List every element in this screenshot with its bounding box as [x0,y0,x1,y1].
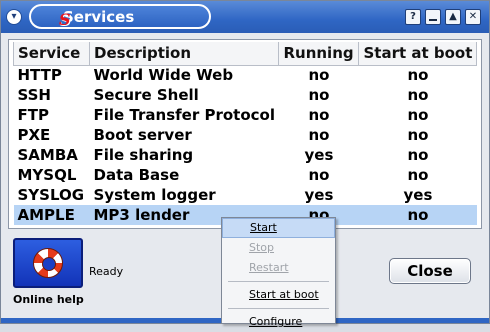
window-menu-button[interactable]: ▾ [6,9,22,25]
lifebuoy-icon [33,248,63,278]
running-cell: yes [304,186,334,204]
table-row[interactable]: SSH Secure Shell no no [14,85,477,105]
table-row[interactable]: PXE Boot server no no [14,125,477,145]
window-controls: ? ▲ ✕ [405,9,481,25]
description-cell: File sharing [93,146,194,164]
table-row[interactable]: FTP File Transfer Protocol no no [14,105,477,125]
status-text: Ready [89,265,124,278]
boot-cell: no [407,106,429,124]
description-cell: System logger [93,186,216,204]
header-start-at-boot[interactable]: Start at boot [358,42,478,66]
menu-item-stop[interactable]: Stop [222,238,335,258]
header-description[interactable]: Description [88,42,280,66]
running-cell: no [308,86,330,104]
service-cell: MYSQL [17,166,77,184]
service-cell: SYSLOG [17,186,85,204]
service-cell: HTTP [17,66,62,85]
online-help-label: Online help [13,293,84,306]
help-window-button[interactable]: ? [405,9,421,25]
close-button[interactable]: Close [389,258,471,284]
running-cell: yes [304,146,334,164]
table-row[interactable]: SAMBA File sharing yes no [14,145,477,165]
description-cell: Secure Shell [93,86,199,104]
close-window-button[interactable]: ✕ [465,9,481,25]
table-row[interactable]: HTTP World Wide Web no no [14,65,477,85]
description-cell: Boot server [93,126,192,144]
table-row[interactable]: MYSQL Data Base no no [14,165,477,185]
title-bar[interactable]: ▾ S Services ? ▲ ✕ [1,1,489,33]
description-cell: World Wide Web [93,66,234,85]
boot-cell: no [407,66,429,85]
boot-cell: no [407,86,429,104]
menu-item-start[interactable]: Start [222,218,335,238]
service-cell: SSH [17,86,52,104]
running-cell: no [308,166,330,184]
boot-cell: no [407,146,429,164]
online-help-button[interactable] [13,238,83,288]
table-row[interactable]: SYSLOG System logger yes yes [14,185,477,205]
boot-cell: no [407,166,429,184]
menu-separator [228,281,329,282]
service-cell: AMPLE [13,205,90,225]
boot-cell: no [358,205,477,225]
description-cell: Data Base [93,166,180,184]
menu-item-start-at-boot[interactable]: Start at boot [222,285,335,305]
services-table-frame: Service Description Running Start at boo… [8,39,482,229]
table-header-row: Service Description Running Start at boo… [13,42,478,66]
service-cell: PXE [17,126,51,144]
title-pill: S Services [29,4,211,29]
running-cell: no [308,126,330,144]
context-menu: Start Stop Restart Start at boot Configu… [221,217,336,328]
minimize-button[interactable] [425,9,441,25]
header-running[interactable]: Running [278,42,360,66]
menu-item-configure[interactable]: Configure [222,312,335,332]
menu-item-restart[interactable]: Restart [222,258,335,278]
app-logo-icon: S [59,10,71,29]
header-service[interactable]: Service [13,42,90,66]
description-cell: File Transfer Protocol [93,106,275,124]
running-cell: no [308,106,330,124]
service-cell: FTP [17,106,49,124]
boot-cell: yes [403,186,433,204]
service-cell: SAMBA [17,146,78,164]
maximize-button[interactable]: ▲ [445,9,461,25]
services-table: Service Description Running Start at boo… [13,42,478,225]
running-cell: no [308,66,330,85]
boot-cell: no [407,126,429,144]
menu-separator [228,308,329,309]
